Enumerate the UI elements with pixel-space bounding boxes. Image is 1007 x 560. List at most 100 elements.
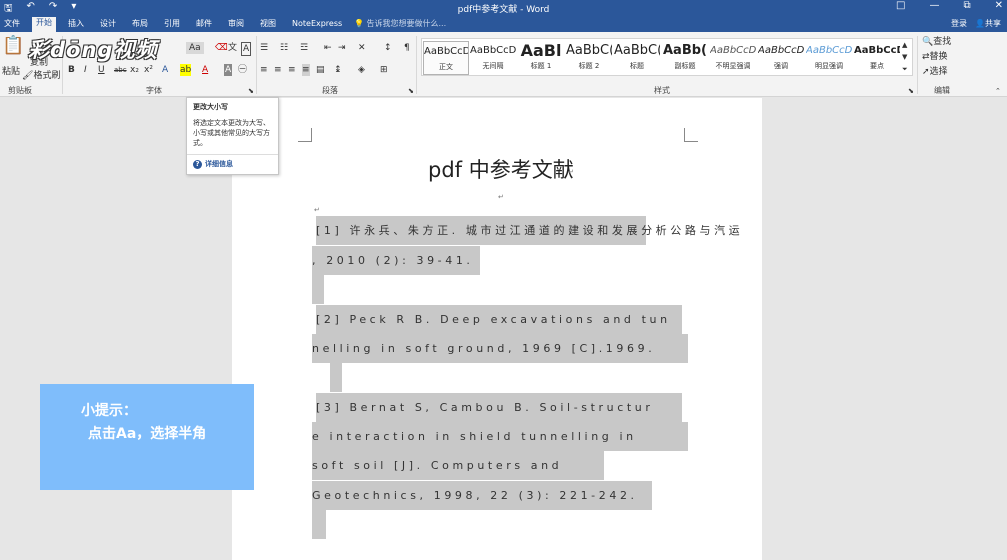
style-heading-2[interactable]: AaBbC( 标题 2 [566,41,612,75]
distribute-icon[interactable]: ▤ [316,64,325,76]
group-divider [256,36,257,94]
style-name: 要点 [870,62,884,70]
reference-line[interactable] [312,510,326,539]
bullets-icon[interactable]: ☰ [260,42,268,54]
align-left-icon[interactable]: ≡ [260,64,268,76]
style-preview: AaBbCcD [854,45,900,56]
decrease-indent-icon[interactable]: ⇤ [324,42,332,54]
reference-line[interactable]: e interaction in shield tunnelling in [312,422,688,451]
reference-line[interactable]: [3] Bernat S, Cambou B. Soil-structur [316,393,682,422]
styles-scroll-down-icon[interactable]: ▼ [902,51,907,63]
tip-overlay: 小提示： 点击Aa，选择半角 [40,384,254,490]
tab-references[interactable]: 引用 [160,18,184,32]
style-subtitle[interactable]: AaBb( 副标题 [662,41,708,75]
reference-line[interactable]: , 2010 (2): 39-41. [312,246,480,275]
login-link[interactable]: 登录 [951,18,967,29]
collapse-ribbon-icon[interactable]: ⌃ [995,85,1001,97]
clipboard-group-label: 剪贴板 [8,86,32,95]
document-canvas[interactable]: pdf 中参考文献 ↵ ↵ ↵ [1] 许永兵、朱方正. 城市过江通道的建设和发… [0,98,1007,560]
subscript-button[interactable]: x₂ [130,64,139,76]
tab-view[interactable]: 视图 [256,18,280,32]
reference-line[interactable]: Geotechnics, 1998, 22 (3): 221-242. [312,481,652,510]
paragraph-dialog-launcher-icon[interactable]: ⬊ [408,85,414,97]
reference-line[interactable] [330,363,342,392]
line-spacing-icon[interactable]: ↨ [334,64,342,76]
change-case-button[interactable]: Aa [186,42,204,54]
borders-icon[interactable]: ⊞ [380,64,388,76]
char-shading-icon[interactable]: A [224,64,233,76]
tooltip-more-info-link[interactable]: ? 详细信息 [193,159,272,169]
phonetic-guide-icon[interactable]: 文 [228,42,237,54]
paste-icon[interactable]: 📋 [2,37,24,55]
tab-design[interactable]: 设计 [96,18,120,32]
styles-dialog-launcher-icon[interactable]: ⬊ [908,85,914,97]
char-border-icon[interactable]: A [241,42,252,56]
tab-mailings[interactable]: 邮件 [192,18,216,32]
increase-indent-icon[interactable]: ⇥ [338,42,346,54]
highlight-icon[interactable]: ab [180,64,192,76]
underline-button[interactable]: U [98,64,105,76]
styles-scroll-up-icon[interactable]: ▲ [902,39,907,51]
style-emphasis[interactable]: AaBbCcDc 强调 [758,41,804,75]
reference-line[interactable]: nelling in soft ground, 1969 [C].1969. [312,334,688,363]
group-divider [416,36,417,94]
sort-icon[interactable]: ↕ [384,42,392,54]
style-strong[interactable]: AaBbCcD 要点 [854,41,900,75]
style-intense-emphasis[interactable]: AaBbCcD 明显强调 [806,41,852,75]
align-right-icon[interactable]: ≡ [288,64,296,76]
tell-me-search[interactable]: 💡 告诉我您想要做什么... [354,18,446,29]
tab-home[interactable]: 开始 [32,17,56,32]
tab-file[interactable]: 文件 [0,18,24,32]
show-marks-icon[interactable]: ¶ [404,42,410,54]
font-color-icon[interactable]: A [202,64,208,76]
tooltip-more-label: 详细信息 [205,160,233,168]
reference-line[interactable] [312,275,324,304]
bold-button[interactable]: B [68,64,75,76]
ribbon-display-icon[interactable]: □ [896,0,905,11]
restore-icon[interactable]: ⧉ [963,0,970,11]
tab-noteexpress[interactable]: NoteExpress [288,18,346,32]
italic-button[interactable]: I [84,64,87,76]
style-title[interactable]: AaBbC( 标题 [614,41,660,75]
align-center-icon[interactable]: ≡ [274,64,282,76]
numbering-icon[interactable]: ☷ [280,42,288,54]
style-name: 副标题 [674,62,696,70]
style-no-spacing[interactable]: AaBbCcDc 无间隔 [470,41,516,75]
shading-icon[interactable]: ◈ [358,64,365,76]
text-effects-icon[interactable]: A [162,64,168,76]
chinese-layout-icon[interactable]: ✕ [358,42,366,54]
enclosed-char-icon[interactable]: ㊀ [238,64,247,76]
superscript-button[interactable]: x² [144,64,153,76]
share-button[interactable]: 👤共享 [975,18,1001,29]
font-dialog-launcher-icon[interactable]: ⬊ [248,85,254,97]
document-title[interactable]: pdf 中参考文献 [428,154,574,184]
minimize-icon[interactable]: — [929,0,939,11]
tab-layout[interactable]: 布局 [128,18,152,32]
justify-icon[interactable]: ≡ [302,64,310,76]
styles-more-icon[interactable]: ⏷ [902,63,908,75]
format-painter-button[interactable]: 🖌格式刷 [22,70,60,82]
style-subtle-emphasis[interactable]: AaBbCcD 不明显强调 [710,41,756,75]
title-bar: 🖫 ↶ ↷ ▾ pdf中参考文献 - Word □ — ⧉ ✕ [0,0,1007,16]
reference-line[interactable]: soft soil [J]. Computers and [312,451,604,480]
multilevel-list-icon[interactable]: ☲ [300,42,308,54]
style-heading-1[interactable]: AaBl 标题 1 [518,41,564,75]
share-label: 共享 [985,19,1001,28]
style-preview: AaBbCcD [710,45,756,56]
tab-insert[interactable]: 插入 [64,18,88,32]
strikethrough-button[interactable]: abc [114,64,127,76]
tip-body: 点击Aa，选择半角 [88,426,207,442]
style-preview: AaBbCcD [806,45,852,56]
style-normal[interactable]: AaBbCcDc 正文 [423,41,469,75]
reference-line[interactable]: [2] Peck R B. Deep excavations and tun [316,305,682,334]
replace-button[interactable]: ⇄替换 [922,51,948,63]
paste-label[interactable]: 粘贴 [2,66,20,78]
close-icon[interactable]: ✕ [995,0,1003,11]
find-button[interactable]: 🔍查找 [922,36,951,48]
margin-mark-top-left [298,128,312,142]
document-page[interactable]: pdf 中参考文献 ↵ ↵ ↵ [1] 许永兵、朱方正. 城市过江通道的建设和发… [232,98,762,560]
select-button[interactable]: ➚选择 [922,66,948,78]
tab-review[interactable]: 审阅 [224,18,248,32]
reference-line[interactable]: [1] 许永兵、朱方正. 城市过江通道的建设和发展分析公路与汽运 [316,216,740,245]
clear-format-icon[interactable]: ⌫ [215,42,228,54]
